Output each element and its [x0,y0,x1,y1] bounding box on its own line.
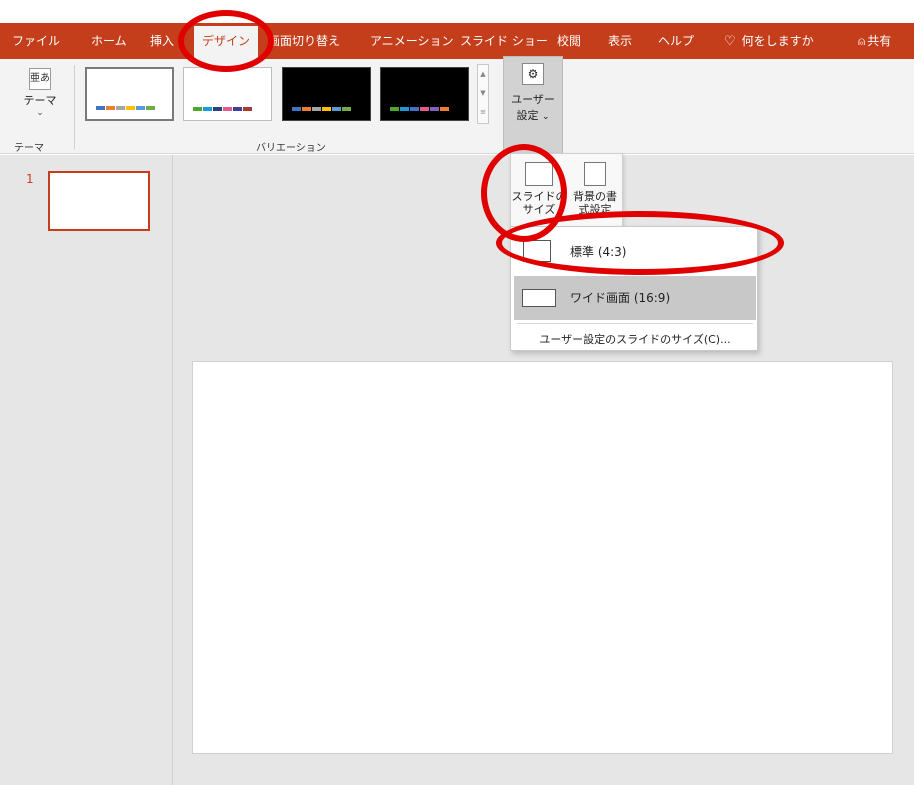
menu-separator [517,323,753,324]
powerpoint-window: ファイル ホーム 挿入 デザイン 画面切り替え アニメーション スライド ショー… [0,0,914,785]
themes-button-label: テーマ [23,94,57,107]
tab-insert[interactable]: 挿入 [150,23,174,59]
menu-item-widescreen[interactable]: ワイド画面 (16:9) [514,276,756,320]
chevron-down-icon: ⌄ [36,108,44,118]
share-button[interactable]: ⍝ 共有 [858,23,891,59]
ribbon-tab-bar: ファイル ホーム 挿入 デザイン 画面切り替え アニメーション スライド ショー… [0,23,914,59]
format-background-button[interactable]: 背景の書 式設定 [567,156,623,230]
tab-help[interactable]: ヘルプ [658,23,694,59]
tab-design[interactable]: デザイン [194,26,259,59]
menu-item-widescreen-label: ワイド画面 (16:9) [570,291,671,305]
person-icon: ⍝ [858,34,866,48]
widescreen-ratio-icon [522,289,556,307]
menu-item-standard[interactable]: 標準 (4:3) [514,230,756,274]
tell-me-box[interactable]: ♡ 何をしますか [724,23,814,59]
slide-thumbnail[interactable] [48,171,150,231]
slide-canvas[interactable] [192,361,893,754]
variations-gallery [83,65,473,123]
themes-group-label: テーマ [14,143,44,154]
slide-size-menu: 標準 (4:3) ワイド画面 (16:9) ユーザー設定のスライドのサイズ(C)… [510,226,758,351]
tab-home[interactable]: ホーム [91,23,127,59]
slide-number: 1 [26,172,34,186]
tab-animations[interactable]: アニメーション [370,23,454,59]
lightbulb-icon: ♡ [724,34,736,49]
scroll-down-icon: ▼ [480,89,486,97]
standard-ratio-icon [523,240,551,262]
themes-button[interactable]: 亜あ テーマ ⌄ [22,68,58,118]
slide-size-label-2: サイズ [522,203,556,216]
format-background-label-2: 式設定 [578,203,612,216]
variation-thumb-1[interactable] [85,67,174,121]
variation-thumb-3[interactable] [282,67,371,121]
tab-slideshow[interactable]: スライド ショー [460,23,548,59]
menu-item-standard-label: 標準 (4:3) [570,245,627,259]
tab-review[interactable]: 校閲 [557,23,581,59]
share-label: 共有 [867,34,892,48]
tell-me-label: 何をしますか [741,34,814,48]
slide-size-label-1: スライドの [511,190,567,203]
gallery-scrollbar[interactable]: ▲ ▼ ≡ [477,64,489,124]
customize-popup: スライドの サイズ 背景の書 式設定 [510,153,623,231]
slide-thumbnail-pane [0,155,172,785]
tab-file[interactable]: ファイル [12,23,60,59]
variations-group-label: バリエーション [256,143,326,154]
chevron-down-icon: ⌄ [541,112,550,122]
format-background-icon [584,162,606,186]
group-divider [74,65,75,149]
customize-button[interactable]: ⚙ ユーザー 設定 ⌄ [503,56,563,154]
customize-icon: ⚙ [522,63,544,85]
tab-transitions[interactable]: 画面切り替え [268,23,340,59]
customize-label-2: 設定 [516,109,539,122]
menu-item-custom-size[interactable]: ユーザー設定のスライドのサイズ(C)... [511,331,759,347]
format-background-label-1: 背景の書 [573,190,617,203]
variation-thumb-4[interactable] [380,67,469,121]
tab-view[interactable]: 表示 [608,23,632,59]
ribbon-design: 亜あ テーマ ⌄ テーマ ▲ ▼ ≡ バリエーション ⚙ ユーザー 設定 ⌄ [0,56,914,154]
scroll-up-icon: ▲ [480,70,486,78]
slide-size-icon [525,162,553,186]
theme-icon: 亜あ [29,68,51,90]
slide-size-button[interactable]: スライドの サイズ [511,156,567,230]
customize-label-1: ユーザー [511,93,555,106]
gallery-more-icon: ≡ [480,108,486,116]
variation-thumb-2[interactable] [183,67,272,121]
